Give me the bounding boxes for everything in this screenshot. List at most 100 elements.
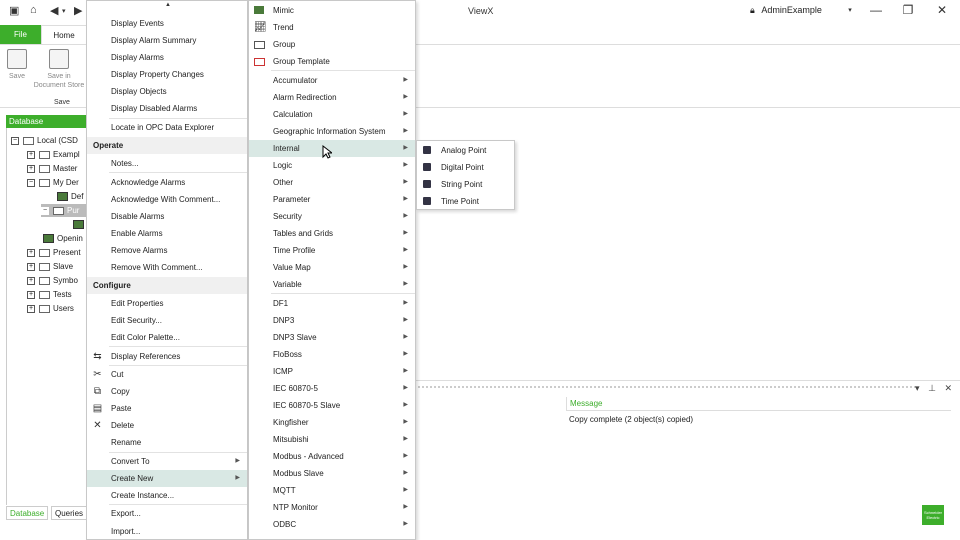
- menu-item[interactable]: Parameter ▶: [249, 191, 415, 208]
- collapse-icon[interactable]: −: [41, 206, 49, 215]
- menu-item[interactable]: ODBC ▶: [249, 516, 415, 533]
- pin-icon[interactable]: ⊥: [928, 383, 936, 393]
- menu-item-digital-point[interactable]: Digital Point: [417, 159, 514, 176]
- expand-icon[interactable]: +: [27, 164, 35, 173]
- tree-item[interactable]: + Slave: [27, 260, 73, 273]
- panel-grip[interactable]: [418, 386, 916, 389]
- menu-item[interactable]: Enable Alarms: [87, 225, 247, 242]
- tree-item[interactable]: [73, 218, 87, 231]
- menu-item[interactable]: Remove Alarms: [87, 242, 247, 259]
- menu-item[interactable]: Acknowledge Alarms: [87, 174, 247, 191]
- menu-item[interactable]: Calculation ▶: [249, 106, 415, 123]
- menu-item[interactable]: Edit Security...: [87, 312, 247, 329]
- tree-item[interactable]: + Tests: [27, 288, 72, 301]
- menu-item[interactable]: IEC 60870-5 Slave ▶: [249, 397, 415, 414]
- tree-item[interactable]: + Symbo: [27, 274, 78, 287]
- expand-icon[interactable]: +: [27, 262, 35, 271]
- tree-item[interactable]: + Master: [27, 162, 77, 175]
- menu-item[interactable]: Other ▶: [249, 174, 415, 191]
- menu-item[interactable]: Locate in OPC Data Explorer: [87, 119, 247, 136]
- menu-item[interactable]: DF1 ▶: [249, 295, 415, 312]
- menu-item[interactable]: Acknowledge With Comment...: [87, 191, 247, 208]
- menu-item[interactable]: MQTT ▶: [249, 482, 415, 499]
- menu-item[interactable]: FloBoss ▶: [249, 346, 415, 363]
- scroll-up-icon[interactable]: ▲: [165, 2, 171, 8]
- menu-item[interactable]: Accumulator ▶: [249, 72, 415, 89]
- expand-icon[interactable]: +: [27, 150, 35, 159]
- menu-item-string-point[interactable]: String Point: [417, 176, 514, 193]
- close-button[interactable]: ✕: [932, 3, 952, 17]
- menu-item-internal[interactable]: Internal ▶: [249, 140, 415, 157]
- menu-item[interactable]: Display Alarms: [87, 49, 247, 66]
- menu-item[interactable]: ICMP ▶: [249, 363, 415, 380]
- menu-item[interactable]: Variable ▶: [249, 276, 415, 293]
- menu-item[interactable]: IEC 60870-5 ▶: [249, 380, 415, 397]
- menu-item-trend[interactable]: 📈︎ Trend: [249, 19, 415, 36]
- menu-item[interactable]: ▤ Paste: [87, 400, 247, 417]
- save-in-doc-button[interactable]: Save in Document Store: [32, 49, 86, 90]
- tree-item-local[interactable]: − Local (CSD: [11, 134, 78, 147]
- menu-item[interactable]: Notes...: [87, 155, 247, 172]
- message-row[interactable]: Copy complete (2 object(s) copied): [569, 415, 693, 424]
- back-dropdown-icon[interactable]: ▾: [62, 7, 66, 15]
- menu-item[interactable]: Export...: [87, 505, 247, 522]
- menu-item[interactable]: Display Alarm Summary: [87, 32, 247, 49]
- menu-item-analog-point[interactable]: Analog Point: [417, 142, 514, 159]
- message-column-header[interactable]: Message: [566, 397, 951, 411]
- menu-item[interactable]: Logic ▶: [249, 157, 415, 174]
- menu-item-convert-to[interactable]: Convert To ▶: [87, 453, 247, 470]
- menu-item[interactable]: Display Events: [87, 15, 247, 32]
- menu-item[interactable]: Create Instance...: [87, 487, 247, 504]
- expand-icon[interactable]: +: [27, 290, 35, 299]
- menu-item-mimic[interactable]: Mimic: [249, 2, 415, 19]
- close-panel-icon[interactable]: ✕: [944, 383, 952, 393]
- tab-queries[interactable]: Queries: [51, 506, 88, 520]
- menu-item[interactable]: Alarm Redirection ▶: [249, 89, 415, 106]
- menu-item-create-new[interactable]: Create New ▶: [87, 470, 247, 487]
- menu-item[interactable]: DNP3 ▶: [249, 312, 415, 329]
- user-area[interactable]: 🔒︎ AdminExample: [750, 5, 822, 16]
- save-quick-icon[interactable]: ▣: [9, 4, 19, 17]
- menu-item[interactable]: Edit Properties: [87, 295, 247, 312]
- save-button[interactable]: Save: [6, 49, 28, 81]
- menu-item[interactable]: ⧉ Copy: [87, 383, 247, 400]
- menu-item[interactable]: Tables and Grids ▶: [249, 225, 415, 242]
- menu-item[interactable]: ⇆ Display References: [87, 348, 247, 365]
- tree-item[interactable]: Openin: [43, 232, 83, 245]
- restore-button[interactable]: ❐: [898, 3, 918, 17]
- menu-item[interactable]: Time Profile ▶: [249, 242, 415, 259]
- tab-database[interactable]: Database: [6, 506, 49, 520]
- tree-item[interactable]: − My Der: [27, 176, 79, 189]
- menu-item[interactable]: Display Property Changes: [87, 66, 247, 83]
- menu-item[interactable]: Geographic Information System ▶: [249, 123, 415, 140]
- user-dropdown-icon[interactable]: ▾: [840, 6, 860, 14]
- menu-item[interactable]: ✕ Delete: [87, 417, 247, 434]
- menu-item-time-point[interactable]: Time Point: [417, 193, 514, 210]
- menu-item[interactable]: DNP3 Slave ▶: [249, 329, 415, 346]
- menu-item[interactable]: Disable Alarms: [87, 208, 247, 225]
- dropdown-icon[interactable]: ▾: [915, 383, 920, 393]
- menu-item[interactable]: Remove With Comment...: [87, 259, 247, 276]
- tree-item[interactable]: + Exampl: [27, 148, 80, 161]
- forward-icon[interactable]: ▶: [74, 4, 82, 17]
- back-icon[interactable]: ◀: [50, 4, 58, 17]
- collapse-icon[interactable]: −: [27, 178, 35, 187]
- tree-item[interactable]: + Present: [27, 246, 81, 259]
- home-quick-icon[interactable]: ⌂: [30, 4, 37, 16]
- menu-item[interactable]: Modbus Slave ▶: [249, 465, 415, 482]
- collapse-icon[interactable]: −: [11, 136, 19, 145]
- menu-item[interactable]: Value Map ▶: [249, 259, 415, 276]
- menu-item[interactable]: ✂ Cut: [87, 366, 247, 383]
- menu-item[interactable]: Rename: [87, 434, 247, 451]
- menu-item[interactable]: NTP Monitor ▶: [249, 499, 415, 516]
- expand-icon[interactable]: +: [27, 276, 35, 285]
- menu-item-group-template[interactable]: Group Template: [249, 53, 415, 70]
- menu-item[interactable]: Kingfisher ▶: [249, 414, 415, 431]
- tree-item[interactable]: + Users: [27, 302, 74, 315]
- tree-item-selected[interactable]: − Pur: [41, 204, 88, 217]
- menu-item[interactable]: Display Disabled Alarms: [87, 100, 247, 117]
- expand-icon[interactable]: +: [27, 304, 35, 313]
- expand-icon[interactable]: +: [27, 248, 35, 257]
- tab-home[interactable]: Home: [41, 25, 87, 44]
- tab-file[interactable]: File: [0, 25, 41, 44]
